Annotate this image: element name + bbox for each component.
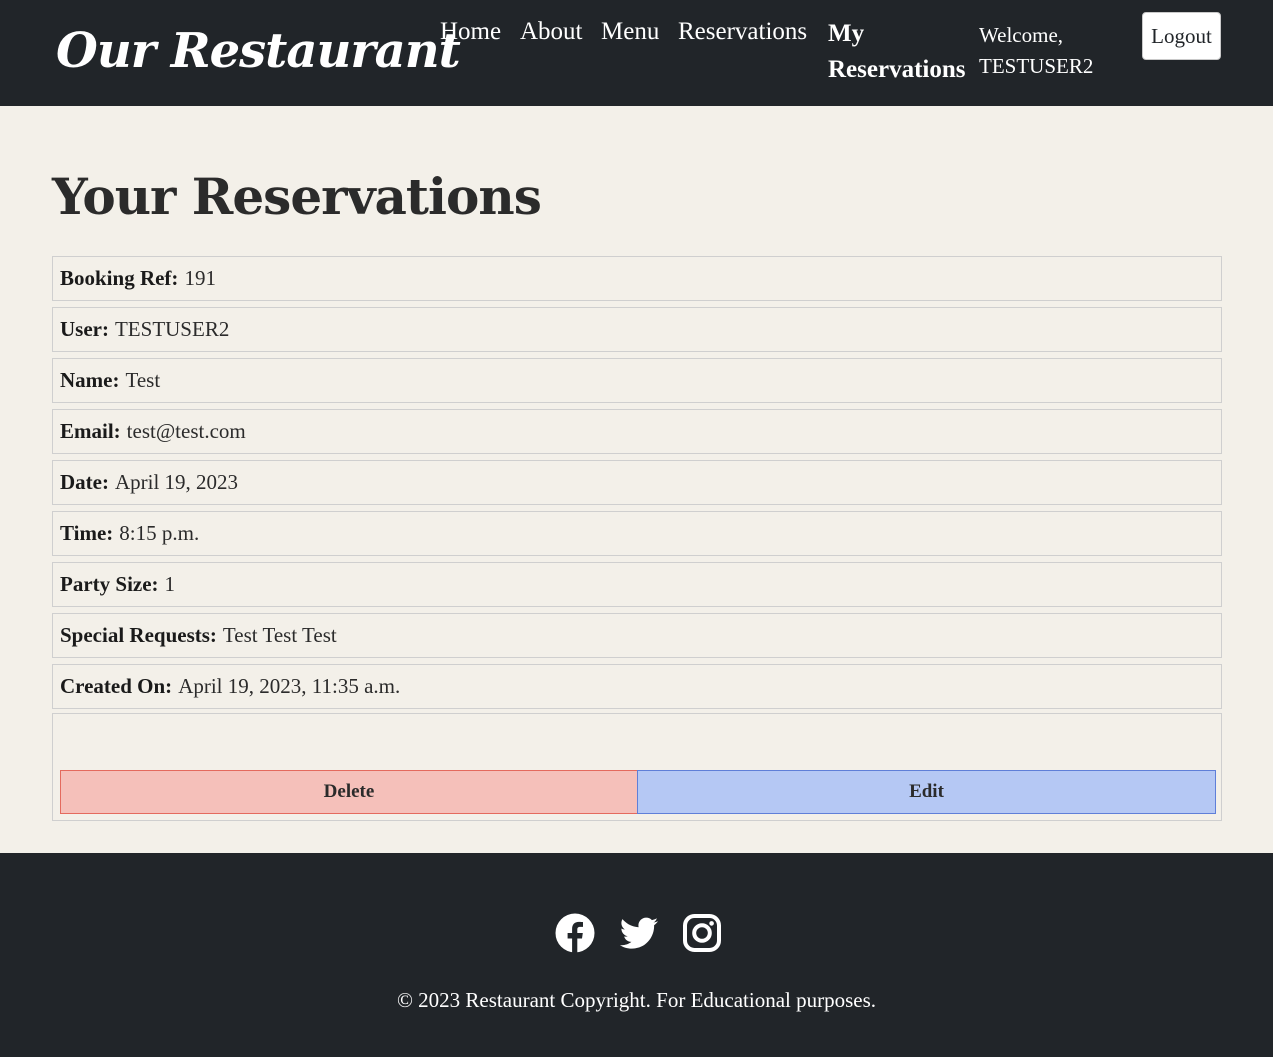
detail-value: TESTUSER2	[114, 317, 230, 341]
detail-row-created-on: Created On: April 19, 2023, 11:35 a.m.	[52, 664, 1222, 709]
reservation-details: Booking Ref: 191 User: TESTUSER2 Name: T…	[52, 256, 1222, 715]
site-header: Our Restaurant Home About Menu Reservati…	[0, 0, 1273, 106]
delete-button[interactable]: Delete	[60, 770, 638, 814]
detail-row-user: User: TESTUSER2	[52, 307, 1222, 352]
site-footer: © 2023 Restaurant Copyright. For Educati…	[0, 853, 1273, 1057]
facebook-icon[interactable]	[555, 913, 595, 953]
detail-row-special-requests: Special Requests: Test Test Test	[52, 613, 1222, 658]
detail-value: Test	[125, 368, 161, 392]
detail-value: April 19, 2023	[114, 470, 239, 494]
copyright-text: © 2023 Restaurant Copyright. For Educati…	[396, 988, 877, 1012]
detail-label: Email:	[60, 419, 121, 443]
detail-value: April 19, 2023, 11:35 a.m.	[178, 674, 401, 698]
detail-label: Booking Ref:	[60, 266, 179, 290]
detail-value: test@test.com	[126, 419, 246, 443]
brand-logo[interactable]: Our Restaurant	[56, 20, 461, 82]
detail-label: Name:	[60, 368, 120, 392]
welcome-text: Welcome, TESTUSER2	[979, 23, 1094, 78]
detail-row-time: Time: 8:15 p.m.	[52, 511, 1222, 556]
detail-label: Special Requests:	[60, 623, 217, 647]
detail-label: Time:	[60, 521, 114, 545]
nav-reservations-link[interactable]: Reservations	[678, 14, 807, 50]
detail-label: Created On:	[60, 674, 173, 698]
edit-button[interactable]: Edit	[637, 770, 1216, 814]
nav-menu-link[interactable]: Menu	[601, 14, 659, 50]
logout-button[interactable]: Logout	[1142, 12, 1221, 60]
nav-home-link[interactable]: Home	[440, 14, 501, 50]
detail-value: Test Test Test	[222, 623, 337, 647]
page-title: Your Reservations	[52, 167, 542, 226]
detail-label: Date:	[60, 470, 109, 494]
detail-row-email: Email: test@test.com	[52, 409, 1222, 454]
detail-value: 191	[184, 266, 216, 290]
nav-my-reservations-link[interactable]: My Reservations	[828, 16, 978, 88]
nav-about-link[interactable]: About	[520, 14, 583, 50]
twitter-icon[interactable]	[619, 913, 659, 953]
detail-row-name: Name: Test	[52, 358, 1222, 403]
reservation-actions: Delete Edit	[52, 713, 1222, 821]
detail-label: User:	[60, 317, 109, 341]
detail-row-party-size: Party Size: 1	[52, 562, 1222, 607]
detail-label: Party Size:	[60, 572, 159, 596]
detail-value: 1	[164, 572, 176, 596]
detail-value: 8:15 p.m.	[119, 521, 200, 545]
detail-row-date: Date: April 19, 2023	[52, 460, 1222, 505]
detail-row-booking-ref: Booking Ref: 191	[52, 256, 1222, 301]
instagram-icon[interactable]	[682, 913, 722, 953]
